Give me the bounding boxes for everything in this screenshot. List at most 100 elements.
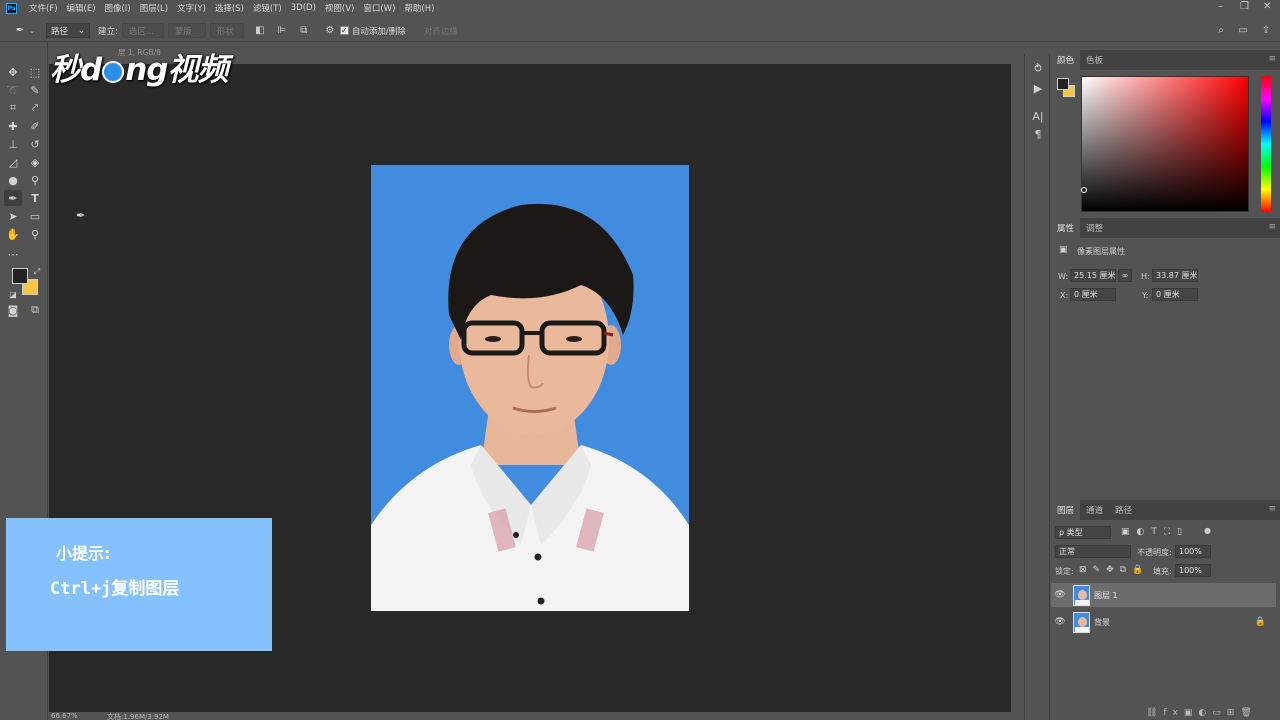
eye-icon[interactable]: 👁 bbox=[1051, 617, 1069, 627]
chevron-down-icon[interactable]: ⌄ bbox=[28, 23, 36, 39]
healing-brush-tool-icon[interactable]: ✚ bbox=[4, 118, 22, 134]
search-icon[interactable]: ⌕ bbox=[1213, 23, 1229, 39]
restore-icon[interactable]: ❐ bbox=[1240, 1, 1249, 12]
filter-toggle-icon[interactable]: ● bbox=[1204, 526, 1211, 535]
zoom-level[interactable]: 66.67% bbox=[51, 712, 78, 720]
eraser-tool-icon[interactable]: ◿ bbox=[4, 154, 22, 170]
tab-layers[interactable]: 图层 bbox=[1051, 500, 1081, 520]
quick-selection-tool-icon[interactable]: ✎ bbox=[26, 82, 44, 98]
zoom-tool-icon[interactable]: ⚲ bbox=[26, 226, 44, 242]
menu-file[interactable]: 文件(F) bbox=[29, 2, 58, 14]
make-shape-button[interactable]: 形状 bbox=[209, 23, 244, 38]
tab-channels[interactable]: 通道 bbox=[1080, 500, 1109, 520]
menu-view[interactable]: 视图(V) bbox=[325, 2, 354, 14]
tab-adjustments[interactable]: 调整 bbox=[1080, 218, 1109, 238]
menu-image[interactable]: 图像(I) bbox=[105, 2, 131, 14]
path-selection-tool-icon[interactable]: ➤ bbox=[4, 208, 22, 224]
workspace-icon[interactable]: ▭ bbox=[1235, 23, 1251, 39]
clone-stamp-tool-icon[interactable]: ⊥ bbox=[4, 136, 22, 152]
lasso-tool-icon[interactable]: ➰ bbox=[4, 82, 22, 98]
make-selection-button[interactable]: 选区... bbox=[121, 23, 164, 38]
default-colors-icon[interactable]: ◪ bbox=[4, 286, 22, 302]
menu-help[interactable]: 帮助(H) bbox=[404, 2, 434, 14]
menu-select[interactable]: 选择(S) bbox=[215, 2, 244, 14]
color-picker-marker[interactable] bbox=[1081, 187, 1087, 193]
dodge-tool-icon[interactable]: ⚲ bbox=[26, 172, 44, 188]
move-tool-icon[interactable]: ✥ bbox=[4, 64, 22, 80]
brush-tool-icon[interactable]: ✐ bbox=[26, 118, 44, 134]
paragraph-icon[interactable]: ¶ bbox=[1030, 126, 1046, 142]
fill-field[interactable]: 100% bbox=[1175, 564, 1211, 577]
quick-mask-icon[interactable]: ◙ bbox=[4, 302, 22, 318]
path-arrangement-icon[interactable]: ⧉ bbox=[296, 23, 312, 39]
tab-paths[interactable]: 路径 bbox=[1109, 500, 1138, 520]
minimize-icon[interactable]: – bbox=[1218, 1, 1223, 12]
menu-window[interactable]: 窗口(W) bbox=[363, 2, 395, 14]
document-info[interactable]: 文档:1.96M/3.92M bbox=[107, 712, 169, 720]
path-alignment-icon[interactable]: ⊫ bbox=[274, 23, 290, 39]
tool-mode-value: 路径 bbox=[51, 26, 69, 37]
eyedropper-tool-icon[interactable]: ⤤ bbox=[26, 100, 44, 116]
color-panel-foreground-swatch[interactable] bbox=[1057, 78, 1069, 90]
layer-actions-icons[interactable]: ⛓fx▣◐▭⊞🗑 bbox=[1146, 708, 1258, 718]
crop-tool-icon[interactable]: ⌗ bbox=[4, 100, 22, 116]
layer-row-layer1[interactable]: 👁 图层 1 bbox=[1051, 583, 1276, 607]
color-picker-field[interactable] bbox=[1081, 76, 1249, 212]
width-field[interactable]: 25.15 厘米 bbox=[1070, 269, 1116, 282]
hue-slider[interactable] bbox=[1261, 76, 1271, 212]
y-field[interactable]: 0 厘米 bbox=[1152, 288, 1198, 301]
blur-tool-icon[interactable]: ● bbox=[4, 172, 22, 188]
share-icon[interactable]: ⇪ bbox=[1258, 23, 1274, 39]
panel-menu-icon[interactable]: ≡ bbox=[1268, 504, 1276, 514]
marquee-tool-icon[interactable]: ⬚ bbox=[26, 64, 44, 80]
x-field[interactable]: 0 厘米 bbox=[1070, 288, 1116, 301]
close-icon[interactable]: ✕ bbox=[1263, 1, 1271, 12]
history-brush-tool-icon[interactable]: ↺ bbox=[26, 136, 44, 152]
lock-options-icons[interactable]: ⊠✎✥⧉🔒 bbox=[1079, 565, 1149, 575]
layer-name[interactable]: 背景 bbox=[1094, 617, 1110, 628]
character-icon[interactable]: A| bbox=[1030, 108, 1046, 124]
eye-icon[interactable]: 👁 bbox=[1051, 590, 1069, 600]
layer-filter-dropdown[interactable]: ρ 类型 bbox=[1055, 526, 1111, 539]
layer-row-background[interactable]: 👁 背景 🔒 bbox=[1051, 610, 1276, 634]
path-operations-icon[interactable]: ◧ bbox=[252, 23, 268, 39]
rectangle-tool-icon[interactable]: ▭ bbox=[26, 208, 44, 224]
paint-bucket-tool-icon[interactable]: ◈ bbox=[26, 154, 44, 170]
history-icon[interactable]: ⥁ bbox=[1030, 60, 1046, 76]
make-mask-button[interactable]: 蒙版 bbox=[167, 23, 206, 38]
menu-layer[interactable]: 图层(L) bbox=[140, 2, 168, 14]
panel-menu-icon[interactable]: ≡ bbox=[1268, 222, 1276, 232]
height-field[interactable]: 33.87 厘米 bbox=[1152, 269, 1198, 282]
screen-mode-icon[interactable]: ⧉ bbox=[26, 302, 44, 318]
menu-3d[interactable]: 3D(D) bbox=[291, 3, 316, 13]
vertical-scrollbar[interactable] bbox=[1011, 64, 1021, 712]
blend-mode-dropdown[interactable]: 正常 bbox=[1055, 545, 1131, 558]
miaodong-watermark: 秒d ng视频 bbox=[50, 52, 228, 88]
tab-color[interactable]: 颜色 bbox=[1051, 50, 1081, 70]
layer-filter-icons[interactable]: ▣◐T⛶▯ bbox=[1121, 527, 1189, 537]
panel-menu-icon[interactable]: ≡ bbox=[1268, 54, 1276, 64]
tab-swatches[interactable]: 色板 bbox=[1080, 50, 1109, 70]
type-tool-icon[interactable]: T bbox=[26, 190, 44, 206]
tool-mode-dropdown[interactable]: 路径 ⌄ bbox=[46, 23, 90, 38]
actions-play-icon[interactable]: ▶ bbox=[1030, 80, 1046, 96]
menu-filter[interactable]: 滤镜(T) bbox=[253, 2, 282, 14]
tab-properties[interactable]: 属性 bbox=[1051, 218, 1081, 238]
swap-colors-icon[interactable]: ⤢ bbox=[28, 264, 46, 280]
menu-type[interactable]: 文字(Y) bbox=[177, 2, 206, 14]
link-icon[interactable]: ∞ bbox=[1118, 269, 1132, 282]
auto-add-delete-checkbox[interactable]: ✓ bbox=[339, 26, 349, 35]
gear-icon[interactable]: ⚙ bbox=[322, 23, 338, 39]
hand-tool-icon[interactable]: ✋ bbox=[4, 226, 22, 242]
more-tools-icon[interactable]: ⋯ bbox=[4, 246, 22, 262]
opacity-field[interactable]: 100% bbox=[1175, 545, 1211, 558]
menu-edit[interactable]: 编辑(E) bbox=[67, 2, 96, 14]
pen-tool-icon[interactable]: ✒ bbox=[12, 23, 28, 39]
align-edges-label[interactable]: 对齐边缘 bbox=[424, 25, 458, 37]
foreground-color-swatch[interactable] bbox=[12, 268, 28, 284]
pen-tool-icon[interactable]: ✒ bbox=[4, 190, 22, 206]
portrait-photo[interactable] bbox=[371, 165, 689, 611]
layer-name[interactable]: 图层 1 bbox=[1094, 590, 1118, 601]
lock-label: 锁定: bbox=[1055, 567, 1074, 576]
properties-title: 像素图层属性 bbox=[1077, 247, 1125, 256]
